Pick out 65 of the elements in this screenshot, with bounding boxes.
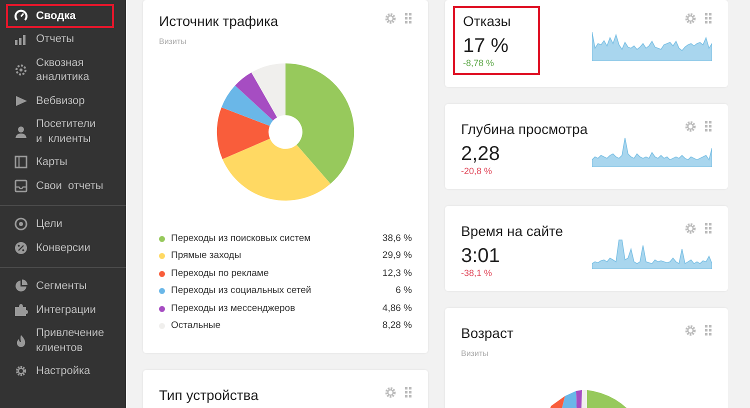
metric-value: 17 % <box>463 34 510 58</box>
target-icon <box>14 217 28 232</box>
person-icon <box>14 124 28 138</box>
settings-icon[interactable] <box>384 386 397 399</box>
settings-icon <box>14 364 28 378</box>
settings-icon[interactable] <box>684 222 697 235</box>
drag-handle-icon[interactable] <box>405 13 412 24</box>
legend-label: Переходы из поисковых систем <box>171 232 311 246</box>
donut-slice <box>235 72 278 121</box>
sidebar-item[interactable]: Сводка <box>6 4 114 28</box>
settings-icon[interactable] <box>684 12 697 25</box>
play-icon <box>14 94 28 108</box>
percent-icon <box>14 240 28 255</box>
legend-value: 6 % <box>396 284 412 298</box>
sidebar-item[interactable]: Привлечение клиентов <box>6 322 114 360</box>
legend-value: 4,86 % <box>382 302 412 316</box>
map-icon <box>14 155 28 170</box>
legend-label: Остальные <box>171 319 221 334</box>
legend-value: 8,28 % <box>382 319 412 334</box>
metric-title: Время на сайте <box>461 222 564 240</box>
metric-value: 2,28 <box>461 142 501 166</box>
sidebar-item[interactable]: Интеграции <box>6 298 114 322</box>
metric-change: -20,8 % <box>461 166 494 177</box>
legend-value: 38,6 % <box>382 232 412 246</box>
drag-handle-icon[interactable] <box>405 387 412 398</box>
sidebar-item[interactable]: Конверсии <box>6 236 114 260</box>
legend-label: Переходы из мессенджеров <box>171 302 296 316</box>
metric-value: 3:01 <box>461 244 501 268</box>
sidebar-item[interactable]: Посетители и клиенты <box>6 112 114 150</box>
pie-icon <box>14 279 28 294</box>
drag-handle-icon[interactable] <box>705 325 712 336</box>
settings-icon[interactable] <box>384 12 397 25</box>
metric-change: -8,78 % <box>463 58 496 69</box>
legend-label: Переходы по рекламе <box>171 266 269 281</box>
widget-title: Тип устройства <box>159 386 258 404</box>
widget-title: Возраст <box>461 324 514 342</box>
drag-handle-icon[interactable] <box>705 121 712 132</box>
sidebar-item[interactable]: Отчеты <box>6 28 114 51</box>
drag-handle-icon[interactable] <box>705 223 712 234</box>
legend-label: Прямые заходы <box>171 249 242 264</box>
settings-icon[interactable] <box>684 324 697 337</box>
sidebar-item[interactable]: Сегменты <box>6 274 114 298</box>
metric-title: Глубина просмотра <box>461 120 588 138</box>
widget-subtitle: Визиты <box>461 348 490 360</box>
metric-change: -38,1 % <box>461 268 494 279</box>
puzzle-icon <box>14 302 28 317</box>
inbox-icon <box>14 178 28 193</box>
legend-value: 29,9 % <box>382 249 412 264</box>
widget-title: Источник трафика <box>159 12 278 30</box>
widget-subtitle: Визиты <box>159 36 188 48</box>
bar-chart-icon <box>14 32 28 46</box>
legend-value: 12,3 % <box>382 266 412 281</box>
sidebar-item[interactable]: Сквозная аналитика <box>6 51 114 89</box>
sidebar-item[interactable]: Вебвизор <box>6 89 114 112</box>
dotted-ring-icon <box>14 63 28 77</box>
settings-icon[interactable] <box>684 120 697 133</box>
legend-label: Переходы из социальных сетей <box>171 284 312 298</box>
sidebar-item[interactable]: Свои отчеты <box>6 174 114 198</box>
flame-icon <box>14 334 28 348</box>
sidebar-item[interactable]: Карты <box>6 150 114 174</box>
drag-handle-icon[interactable] <box>705 13 712 24</box>
metric-title: Отказы <box>463 12 512 30</box>
sidebar-item[interactable]: Цели <box>6 212 114 236</box>
gauge-icon <box>14 8 28 23</box>
sidebar-item[interactable]: Настройка <box>6 360 114 383</box>
